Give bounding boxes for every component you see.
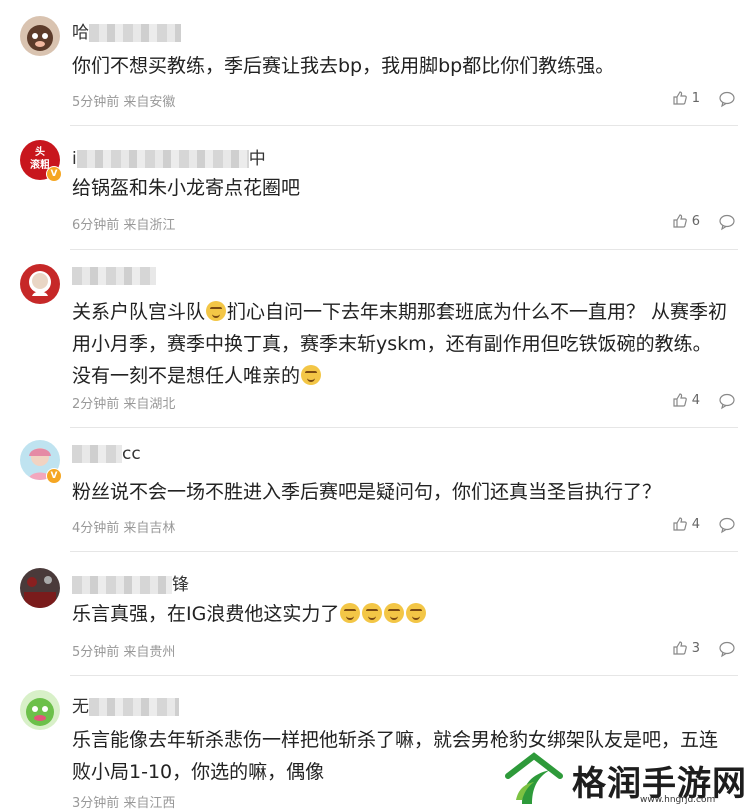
username[interactable]: 哈: [72, 18, 181, 43]
watermark-url: www.hngrjd.com: [640, 795, 716, 805]
avatar[interactable]: [20, 16, 60, 56]
like-count: 4: [691, 516, 700, 532]
comment-meta: 5分钟前 来自贵州: [72, 645, 176, 660]
grin-sweat-emoji: [206, 301, 227, 321]
doge-emoji: [301, 365, 322, 385]
vip-badge: V: [46, 468, 62, 484]
logo-icon: [505, 752, 563, 804]
reply-icon[interactable]: [718, 90, 736, 108]
comment-item: V cc 粉丝说不会一场不胜进入季后赛吧是疑问句，你们还真当圣旨执行了？ 4分钟…: [0, 428, 748, 552]
comment-text: 你们不想买教练，季后赛让我去bp，我用脚bp都比你们教练强。: [72, 55, 615, 77]
like-button[interactable]: 1: [672, 90, 700, 106]
like-count: 6: [691, 213, 700, 229]
comment-text: 关系户队宫斗队 扪心自问一下去年末期那套班底为什么不一直用？ 从赛季初用小月季，赛…: [72, 301, 728, 387]
thumbs-up-icon: [673, 517, 687, 531]
comment-meta: 5分钟前 来自安徽: [72, 95, 176, 110]
doge-emoji: [340, 603, 361, 623]
avatar[interactable]: [20, 690, 60, 730]
avatar[interactable]: [20, 264, 60, 304]
like-button[interactable]: 4: [672, 516, 700, 532]
comment-item: 锋 乐言真强，在IG浪费他这实力了 5分钟前 来自贵州 3: [0, 552, 748, 676]
like-button[interactable]: 4: [672, 392, 700, 408]
comment-text: 乐言真强，在IG浪费他这实力了: [72, 598, 730, 630]
doge-emoji: [384, 603, 405, 623]
username[interactable]: 锋: [72, 570, 189, 595]
like-count: 4: [691, 392, 700, 408]
username[interactable]: 无: [72, 692, 179, 717]
thumbs-up-icon: [673, 91, 687, 105]
thumbs-up-icon: [673, 214, 687, 228]
comment-meta: 2分钟前 来自湖北: [72, 397, 176, 412]
avatar[interactable]: [20, 568, 60, 608]
reply-icon[interactable]: [718, 392, 736, 410]
comment-item: 哈 你们不想买教练，季后赛让我去bp，我用脚bp都比你们教练强。 5分钟前 来自…: [0, 0, 748, 126]
vip-badge: V: [46, 166, 62, 182]
comment-meta: 3分钟前 来自江西: [72, 796, 176, 811]
thumbs-up-icon: [673, 393, 687, 407]
reply-icon[interactable]: [718, 516, 736, 534]
like-button[interactable]: 3: [672, 640, 700, 656]
like-count: 1: [691, 90, 700, 106]
username[interactable]: cc: [72, 444, 141, 464]
like-button[interactable]: 6: [672, 213, 700, 229]
comment-meta: 4分钟前 来自吉林: [72, 521, 176, 536]
reply-icon[interactable]: [718, 640, 736, 658]
like-count: 3: [691, 640, 700, 656]
comment-text: 给锅盔和朱小龙寄点花圈吧: [72, 177, 301, 199]
doge-emoji: [362, 603, 383, 623]
comment-text: 粉丝说不会一场不胜进入季后赛吧是疑问句，你们还真当圣旨执行了？: [72, 481, 662, 503]
thumbs-up-icon: [673, 641, 687, 655]
username[interactable]: [72, 266, 156, 286]
comment-item: 头滚粗 V i中 给锅盔和朱小龙寄点花圈吧 6分钟前 来自浙江 6: [0, 126, 748, 250]
doge-emoji: [406, 603, 427, 623]
comment-meta: 6分钟前 来自浙江: [72, 218, 176, 233]
comment-item: 关系户队宫斗队 扪心自问一下去年末期那套班底为什么不一直用？ 从赛季初用小月季，赛…: [0, 250, 748, 428]
username[interactable]: i中: [72, 144, 266, 169]
reply-icon[interactable]: [718, 213, 736, 231]
